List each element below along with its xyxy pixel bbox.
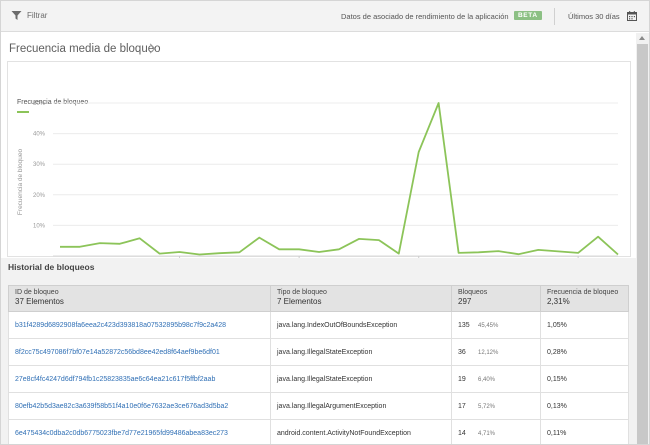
table-row[interactable]: 80efb42b5d3ae82c3a639f58b51f4a10e0f6e763… [8, 392, 629, 420]
toolbar-divider [554, 8, 555, 25]
series-line-frecuencia-de-bloqueo [60, 102, 619, 256]
table-row[interactable]: 6e475434c0dba2c0db6775023fbe7d77e21965fd… [8, 419, 629, 444]
data-source-label: Datos de asociado de rendimiento de la a… [341, 12, 509, 21]
crash-id-cell: 8f2cc75c497086f7bf07e14a52872c56bd8ee42e… [8, 338, 271, 366]
y-tick-label: 20% [33, 193, 46, 199]
crash-id-link[interactable]: 8f2cc75c497086f7bf07e14a52872c56bd8ee42e… [15, 349, 220, 356]
crash-frequency-cell: 0,11% [540, 419, 629, 444]
crash-frequency-cell: 0,15% [540, 365, 629, 393]
crash-frequency-cell: 1,05% [540, 311, 629, 339]
crash-count-cell: 19 6,40% [451, 365, 541, 393]
filter-icon [11, 11, 22, 20]
date-range-selector[interactable]: Últimos 30 días [568, 12, 620, 21]
crash-id-cell: 6e475434c0dba2c0db6775023fbe7d77e21965fd… [8, 419, 271, 444]
app-window: Filtrar Datos de asociado de rendimiento… [0, 0, 650, 445]
chart-panel: Frecuencia de bloqueo 50% 40% 30% 20% 10% Frec… [7, 61, 631, 258]
crash-count-cell: 14 4,71% [451, 419, 541, 444]
crash-id-link[interactable]: 27e8cf4fc4247d6df794fb1c25823835ae6c64ea… [15, 376, 215, 383]
column-header-id[interactable]: ID de bloqueo 37 Elementos [8, 285, 271, 312]
scrollbar-thumb[interactable] [637, 44, 648, 444]
table-row[interactable]: 8f2cc75c497086f7bf07e14a52872c56bd8ee42e… [8, 338, 629, 366]
table-row[interactable]: 27e8cf4fc4247d6df794fb1c25823835ae6c64ea… [8, 365, 629, 393]
crash-id-cell: b31f4289d6892908fa6eea2c423d393818a07532… [8, 311, 271, 339]
y-tick-label: 30% [33, 162, 46, 168]
crash-frequency-cell: 0,28% [540, 338, 629, 366]
crash-count-cell: 36 12,12% [451, 338, 541, 366]
table-row[interactable]: b31f4289d6892908fa6eea2c423d393818a07532… [8, 311, 629, 339]
crash-frequency-cell: 0,13% [540, 392, 629, 420]
column-header-crashes[interactable]: Bloqueos 297 [451, 285, 541, 312]
line-chart: Frecuencia de bloqueo50%40%30%20%10%Frec… [17, 99, 619, 258]
table-header-row: ID de bloqueo 37 Elementos Tipo de bloque… [8, 285, 629, 312]
crash-type-cell: android.content.ActivityNotFoundExceptio… [270, 419, 452, 444]
crash-type-cell: java.lang.IndexOutOfBoundsException [270, 311, 452, 339]
vertical-scrollbar[interactable] [636, 33, 649, 444]
history-title: Historial de bloqueos [8, 262, 95, 272]
crash-type-cell: java.lang.IllegalStateException [270, 338, 452, 366]
toolbar: Filtrar Datos de asociado de rendimiento… [1, 1, 649, 32]
y-axis-label: Frecuencia de bloqueo [17, 149, 24, 216]
crash-count-cell: 135 45,45% [451, 311, 541, 339]
crash-type-cell: java.lang.IllegalStateException [270, 365, 452, 393]
crash-id-link[interactable]: 80efb42b5d3ae82c3a639f58b51f4a10e0f6e763… [15, 403, 228, 410]
crash-id-cell: 27e8cf4fc4247d6df794fb1c25823835ae6c64ea… [8, 365, 271, 393]
y-tick-label: 10% [33, 223, 46, 229]
calendar-icon[interactable] [627, 11, 637, 21]
history-table: ID de bloqueo 37 Elementos Tipo de bloque… [8, 285, 629, 444]
crash-count-cell: 17 5,72% [451, 392, 541, 420]
crash-id-link[interactable]: 6e475434c0dba2c0db6775023fbe7d77e21965fd… [15, 430, 228, 437]
y-tick-label: 40% [33, 132, 46, 138]
section-title[interactable]: Frecuencia media de bloqueo [9, 43, 161, 55]
y-tick-label: 50% [33, 101, 46, 107]
crash-type-cell: java.lang.IllegalArgumentException [270, 392, 452, 420]
filter-label: Filtrar [27, 11, 48, 20]
beta-badge: BETA [514, 11, 542, 20]
column-header-frequency[interactable]: Frecuencia de bloqueo 2,31% [540, 285, 629, 312]
filter-button[interactable]: Filtrar [11, 10, 47, 21]
scroll-up-arrow-icon[interactable] [639, 36, 645, 40]
column-header-type[interactable]: Tipo de bloqueo 7 Elementos [270, 285, 452, 312]
scroll-content: Frecuencia media de bloqueo Frecuencia d… [1, 33, 636, 444]
crash-id-cell: 80efb42b5d3ae82c3a639f58b51f4a10e0f6e763… [8, 392, 271, 420]
crash-id-link[interactable]: b31f4289d6892908fa6eea2c423d393818a07532… [15, 322, 226, 329]
